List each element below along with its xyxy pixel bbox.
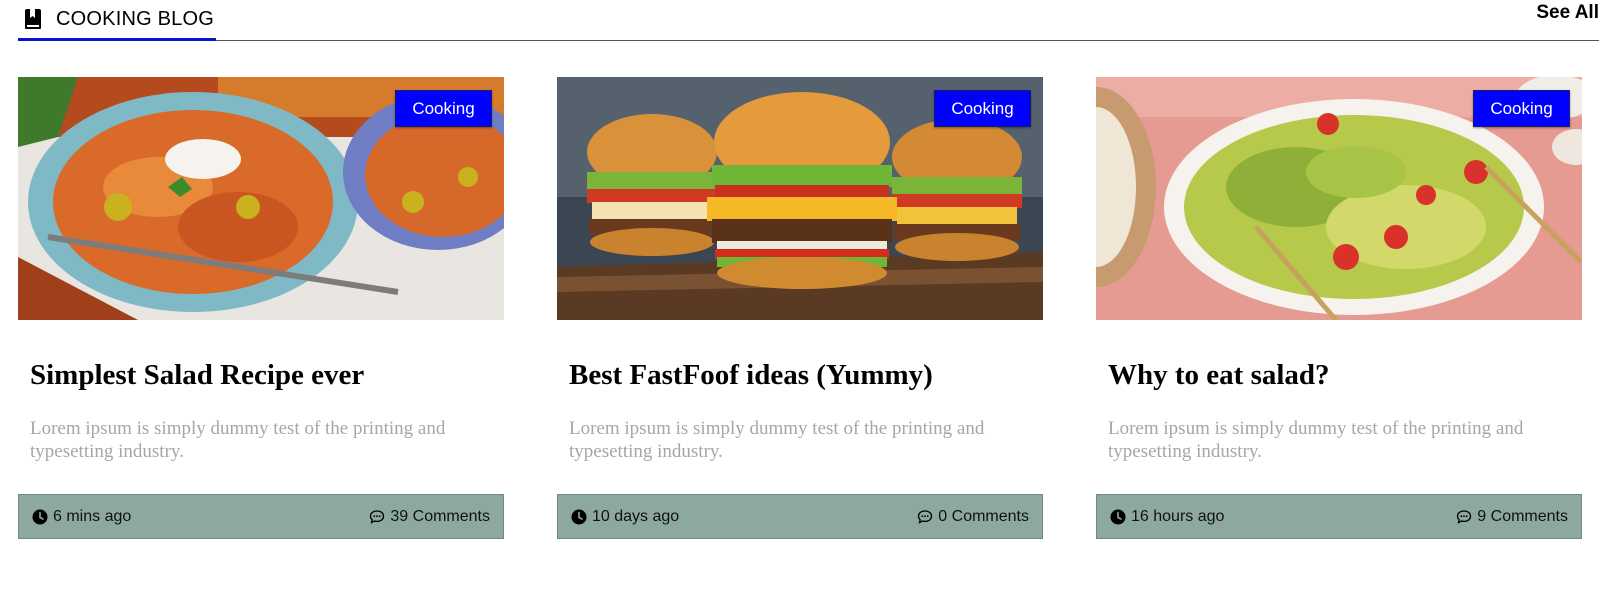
clock-icon: [32, 509, 48, 524]
post-image[interactable]: Cooking: [18, 77, 504, 320]
post-meta-bar: 10 days ago 0 Comments: [557, 494, 1043, 539]
post-time: 10 days ago: [571, 508, 679, 526]
post-comments[interactable]: 9 Comments: [1456, 508, 1568, 526]
comment-icon: [370, 509, 385, 524]
post-time: 6 mins ago: [32, 508, 131, 526]
post-description: Lorem ipsum is simply dummy test of the …: [1108, 418, 1524, 462]
section-title: COOKING BLOG: [56, 7, 214, 30]
category-badge[interactable]: Cooking: [934, 90, 1031, 127]
post-comments[interactable]: 39 Comments: [369, 508, 490, 526]
post-comments-text[interactable]: 9 Comments: [1477, 508, 1568, 526]
clock-icon: [571, 509, 587, 524]
category-badge[interactable]: Cooking: [395, 90, 492, 127]
blog-card[interactable]: Cooking Simplest Salad Recipe ever Lorem…: [18, 77, 504, 557]
post-time-text: 10 days ago: [592, 507, 680, 525]
section-header: COOKING BLOG See All: [18, 0, 1599, 41]
post-meta-bar: 6 mins ago 39 Comments: [18, 494, 504, 539]
post-title[interactable]: Why to eat salad?: [1108, 359, 1330, 392]
post-comments-text[interactable]: 39 Comments: [390, 508, 490, 526]
post-title[interactable]: Simplest Salad Recipe ever: [30, 359, 364, 392]
see-all-link[interactable]: See All: [1536, 2, 1599, 24]
post-time: 16 hours ago: [1110, 508, 1224, 526]
category-badge[interactable]: Cooking: [1473, 90, 1570, 127]
comment-icon: [918, 509, 933, 524]
post-meta-bar: 16 hours ago 9 Comments: [1096, 494, 1582, 539]
post-description: Lorem ipsum is simply dummy test of the …: [569, 418, 985, 462]
post-time-text: 6 mins ago: [53, 507, 132, 525]
post-image[interactable]: Cooking: [557, 77, 1043, 320]
clock-icon: [1110, 509, 1126, 524]
blog-card[interactable]: Cooking Why to eat salad? Lorem ipsum is…: [1096, 77, 1582, 557]
post-image[interactable]: Cooking: [1096, 77, 1582, 320]
blog-card[interactable]: Cooking Best FastFoof ideas (Yummy) Lore…: [557, 77, 1043, 557]
post-time-text: 16 hours ago: [1131, 507, 1225, 525]
book-bookmark-icon: [22, 8, 44, 30]
post-comments[interactable]: 0 Comments: [917, 508, 1029, 526]
post-description: Lorem ipsum is simply dummy test of the …: [30, 418, 446, 462]
comment-icon: [1457, 509, 1472, 524]
post-title[interactable]: Best FastFoof ideas (Yummy): [569, 359, 933, 392]
section-title-tab: COOKING BLOG: [18, 0, 216, 41]
post-comments-text[interactable]: 0 Comments: [938, 508, 1029, 526]
